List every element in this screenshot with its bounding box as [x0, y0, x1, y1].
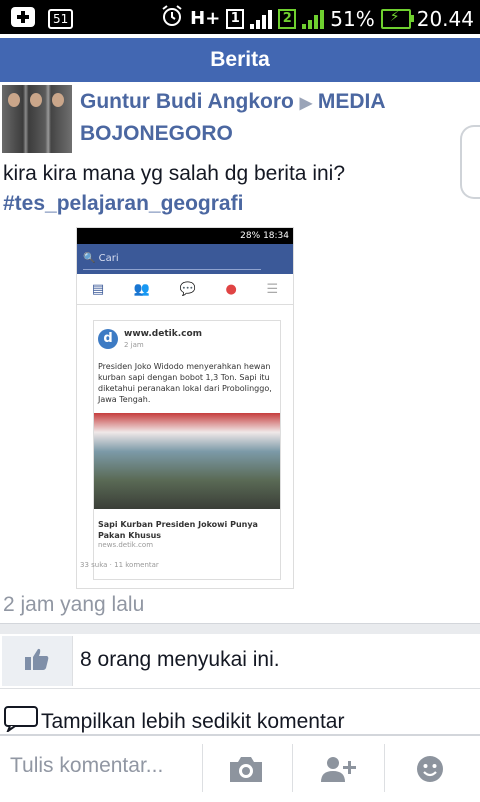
card-photo: [94, 413, 280, 509]
hashtag-link[interactable]: #tes_pelajaran_geografi: [3, 189, 345, 219]
status-bar: 51 H+ 1 2 51% ⚡ 20.44: [0, 0, 480, 34]
post-header: Guntur Budi Angkoro ▶ MEDIA BOJONEGORO: [2, 85, 480, 153]
author-name-link[interactable]: Guntur Budi Angkoro: [80, 90, 294, 113]
composer-separator: [292, 744, 293, 792]
post-image[interactable]: 28% 18:34 🔍 Cari ▤ 👥 💬 ● ☰ d www.detik.com 2…: [76, 227, 294, 589]
add-notification-icon: [10, 6, 36, 32]
alarm-icon: [160, 4, 184, 33]
post-body: kira kira mana yg salah dg berita ini? #…: [3, 159, 345, 219]
share-arrow-icon: ▶: [299, 95, 313, 112]
comment-composer: Tulis komentar...: [0, 734, 480, 802]
sim1-indicator: 1: [226, 8, 245, 29]
image-news-card: d www.detik.com 2 jam Presiden Joko Wido…: [80, 320, 281, 580]
composer-separator: [202, 744, 203, 792]
card-domain: news.detik.com: [98, 541, 154, 549]
like-count-text[interactable]: 8 orang menyukai ini.: [80, 648, 280, 672]
battery-charging-icon: ⚡: [380, 8, 414, 29]
card-caption: Sapi Kurban Presiden Jokowi Punya Pakan …: [98, 520, 258, 540]
post-author-line: Guntur Budi Angkoro ▶ MEDIA BOJONEGORO: [80, 87, 460, 149]
card-time: 2 jam: [124, 341, 144, 349]
post-message: kira kira mana yg salah dg berita ini?: [3, 162, 346, 185]
camera-icon[interactable]: [226, 754, 266, 784]
detik-logo: d: [98, 329, 118, 349]
likes-row: 8 orang menyukai ini.: [0, 634, 480, 689]
image-status-bar: 28% 18:34: [77, 228, 293, 244]
network-type: H+: [190, 8, 221, 29]
edge-pull-tab[interactable]: [460, 125, 480, 199]
page-title: Berita: [0, 38, 480, 82]
signal-bars-sim2-icon: [302, 9, 325, 29]
signal-bars-sim1-icon: [250, 9, 273, 29]
post-timestamp[interactable]: 2 jam yang lalu: [3, 593, 144, 617]
like-button[interactable]: [2, 636, 73, 686]
image-search-bar: 🔍 Cari: [77, 244, 293, 274]
avatar[interactable]: [2, 85, 72, 153]
card-stats: 33 suka · 11 komentar: [80, 561, 159, 569]
smiley-icon[interactable]: [410, 754, 450, 784]
thumbs-up-icon: [24, 647, 50, 675]
battery-percent: 51%: [330, 6, 375, 31]
section-divider: [0, 623, 480, 634]
notification-count-box: 51: [48, 9, 74, 29]
composer-separator: [384, 744, 385, 792]
add-person-icon[interactable]: [318, 754, 358, 784]
card-body: Presiden Joko Widodo menyerahkan hewan k…: [98, 362, 272, 404]
card-source: www.detik.com: [124, 329, 203, 339]
comment-input[interactable]: Tulis komentar...: [10, 754, 163, 778]
toggle-comments-label: Tampilkan lebih sedikit komentar: [41, 710, 345, 733]
clock: 20.44: [416, 6, 474, 31]
image-nav-icons: ▤ 👥 💬 ● ☰: [77, 274, 293, 305]
sim2-indicator: 2: [278, 8, 297, 29]
